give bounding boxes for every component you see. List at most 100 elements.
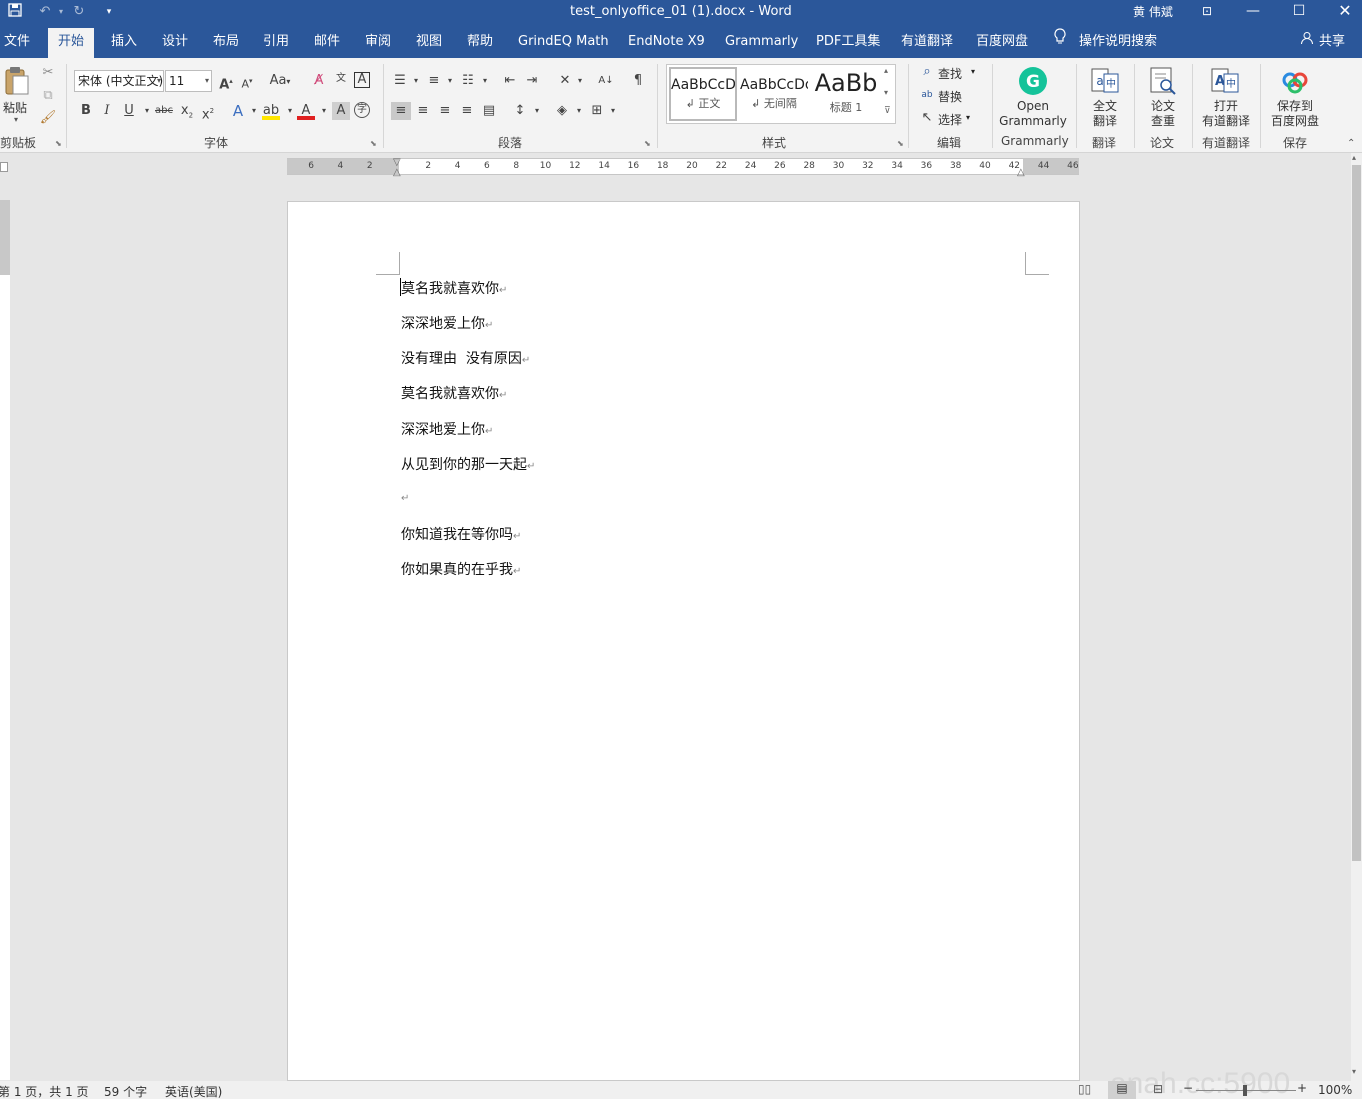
save-icon[interactable] xyxy=(6,3,24,21)
bold-icon[interactable]: B xyxy=(77,102,95,120)
user-name[interactable]: 黄 伟斌 xyxy=(1133,3,1173,20)
document-page[interactable]: 莫名我就喜欢你↵ 深深地爱上你↵ 没有理由 没有原因↵ 莫名我就喜欢你↵ 深深地… xyxy=(287,201,1080,1081)
strikethrough-icon[interactable]: abc xyxy=(153,102,175,120)
sort-icon[interactable]: A↓ xyxy=(597,72,615,90)
ribbon-display-icon[interactable]: ⊡ xyxy=(1184,0,1230,24)
tell-me-search[interactable]: 操作说明搜索 xyxy=(1079,24,1157,58)
paragraph-launcher-icon[interactable]: ⬊ xyxy=(644,139,651,148)
youdao-icon[interactable]: A中 xyxy=(1210,66,1240,99)
tab-file[interactable]: 文件 xyxy=(4,24,30,58)
tab-help[interactable]: 帮助 xyxy=(467,24,493,58)
style-heading-1[interactable]: AaBb 标题 1 xyxy=(811,67,881,121)
tab-youdao[interactable]: 有道翻译 xyxy=(901,24,953,58)
phonetic-guide-icon[interactable]: 文 xyxy=(332,70,350,88)
word-count[interactable]: 59 个字 xyxy=(104,1083,147,1099)
format-painter-icon[interactable]: 🖌 xyxy=(39,109,57,127)
document-line[interactable]: 没有理由 没有原因↵ xyxy=(401,348,530,368)
tab-grindeq[interactable]: GrindEQ Math xyxy=(518,24,609,58)
chevron-down-icon[interactable]: ▾ xyxy=(476,72,494,90)
redo-icon[interactable]: ↻ xyxy=(70,3,88,21)
styles-launcher-icon[interactable]: ⬊ xyxy=(897,139,904,148)
align-right-icon[interactable]: ≡ xyxy=(436,102,454,120)
character-border-icon[interactable]: A xyxy=(354,72,370,88)
hanging-indent-icon[interactable]: △ xyxy=(393,167,401,178)
styles-more-icon[interactable]: ⊽ xyxy=(884,106,891,116)
styles-scroll-down-icon[interactable]: ▾ xyxy=(884,88,888,97)
cut-icon[interactable]: ✂ xyxy=(39,64,57,82)
web-layout-icon[interactable]: ⊟ xyxy=(1153,1082,1163,1096)
font-launcher-icon[interactable]: ⬊ xyxy=(370,139,377,148)
show-marks-icon[interactable]: ¶ xyxy=(629,72,647,90)
grammarly-icon[interactable]: G xyxy=(1018,66,1048,99)
chevron-down-icon[interactable]: ▾ xyxy=(966,113,970,122)
tab-references[interactable]: 引用 xyxy=(263,24,289,58)
tab-mailings[interactable]: 邮件 xyxy=(314,24,340,58)
replace-button[interactable]: 替换 xyxy=(938,88,962,105)
subscript-icon[interactable]: x2 xyxy=(178,102,196,120)
scroll-up-icon[interactable]: ▴ xyxy=(1352,153,1356,162)
increase-indent-icon[interactable]: ⇥ xyxy=(523,72,541,90)
full-translate-button[interactable]: 全文 翻译 xyxy=(1085,99,1125,129)
share-button[interactable]: 共享 xyxy=(1319,24,1345,58)
right-indent-icon[interactable]: △ xyxy=(1017,167,1025,178)
document-line[interactable]: 深深地爱上你↵ xyxy=(401,313,493,333)
save-to-baidu-button[interactable]: 保存到 百度网盘 xyxy=(1266,99,1324,129)
superscript-icon[interactable]: x2 xyxy=(199,102,217,122)
chevron-down-icon[interactable]: ▾ xyxy=(604,102,622,120)
print-layout-icon[interactable]: ▤ xyxy=(1108,1081,1136,1099)
font-color-icon[interactable]: A xyxy=(297,102,315,120)
change-case-button[interactable]: Aa▾ xyxy=(268,72,292,90)
scroll-thumb[interactable] xyxy=(1352,165,1361,861)
document-line[interactable]: 深深地爱上你↵ xyxy=(401,419,493,439)
chevron-down-icon[interactable]: ▾ xyxy=(245,102,263,120)
vertical-ruler[interactable] xyxy=(0,200,10,1080)
shrink-font-icon[interactable]: A▾ xyxy=(238,72,256,91)
font-name-combo[interactable]: 宋体 (中文正文) ▾ xyxy=(74,70,164,92)
clear-formatting-icon[interactable]: A̸ xyxy=(310,72,328,90)
replace-icon[interactable]: ab xyxy=(918,86,936,104)
paper-check-icon[interactable] xyxy=(1148,66,1178,99)
tab-pdf-tools[interactable]: PDF工具集 xyxy=(816,24,880,58)
chevron-down-icon[interactable]: ▾ xyxy=(570,102,588,120)
tab-home[interactable]: 开始 xyxy=(48,28,95,58)
paper-check-button[interactable]: 论文 查重 xyxy=(1143,99,1183,129)
style-no-spacing[interactable]: AaBbCcDd ↲ 无间隔 xyxy=(740,67,808,121)
highlight-icon[interactable]: ab xyxy=(262,102,280,120)
undo-dropdown-icon[interactable]: ▾ xyxy=(52,3,70,21)
collapse-ribbon-icon[interactable]: ⌃ xyxy=(1347,138,1355,149)
tab-review[interactable]: 审阅 xyxy=(365,24,391,58)
distributed-icon[interactable]: ▤ xyxy=(480,102,498,120)
tab-selector[interactable] xyxy=(0,162,8,172)
document-line[interactable]: 莫名我就喜欢你↵ xyxy=(401,278,507,298)
shading-icon[interactable]: ◈ xyxy=(553,102,571,120)
justify-icon[interactable]: ≡ xyxy=(458,102,476,120)
find-button[interactable]: 查找 xyxy=(938,65,962,82)
chevron-down-icon[interactable]: ▾ xyxy=(528,102,546,120)
chevron-down-icon[interactable]: ▾ xyxy=(315,102,333,120)
maximize-icon[interactable]: ☐ xyxy=(1276,0,1322,24)
tab-view[interactable]: 视图 xyxy=(416,24,442,58)
close-icon[interactable]: ✕ xyxy=(1322,0,1362,24)
font-size-combo[interactable]: 11 ▾ xyxy=(165,70,212,92)
zoom-slider-thumb[interactable] xyxy=(1243,1085,1247,1096)
zoom-level[interactable]: 100% xyxy=(1318,1083,1352,1097)
tab-baidu[interactable]: 百度网盘 xyxy=(976,24,1028,58)
customize-qat-icon[interactable]: ▾ xyxy=(100,3,118,21)
align-center-icon[interactable]: ≡ xyxy=(414,102,432,120)
paste-icon[interactable] xyxy=(3,66,31,101)
select-icon[interactable]: ↖ xyxy=(918,109,936,127)
page-count[interactable]: 第 1 页，共 1 页 xyxy=(0,1083,89,1099)
grow-font-icon[interactable]: A▴ xyxy=(217,72,235,92)
style-normal[interactable]: AaBbCcDd ↲ 正文 xyxy=(669,67,737,121)
document-line[interactable]: ↵ xyxy=(401,489,409,505)
full-translate-icon[interactable]: a中 xyxy=(1090,66,1120,99)
share-icon[interactable] xyxy=(1300,24,1314,58)
document-line[interactable]: 从见到你的那一天起↵ xyxy=(401,454,535,474)
horizontal-ruler[interactable]: 6 4 2 2 4 6 8 10 12 14 16 18 20 22 24 26 28 30 32 34 36 38 40 4… xyxy=(287,157,1079,178)
tab-grammarly[interactable]: Grammarly xyxy=(725,24,798,58)
read-mode-icon[interactable]: ▯▯ xyxy=(1078,1082,1091,1096)
language[interactable]: 英语(美国) xyxy=(165,1083,222,1099)
find-icon[interactable]: ⌕ xyxy=(918,63,936,81)
align-left-icon[interactable]: ≡ xyxy=(391,102,411,120)
chevron-down-icon[interactable]: ▾ xyxy=(407,72,425,90)
